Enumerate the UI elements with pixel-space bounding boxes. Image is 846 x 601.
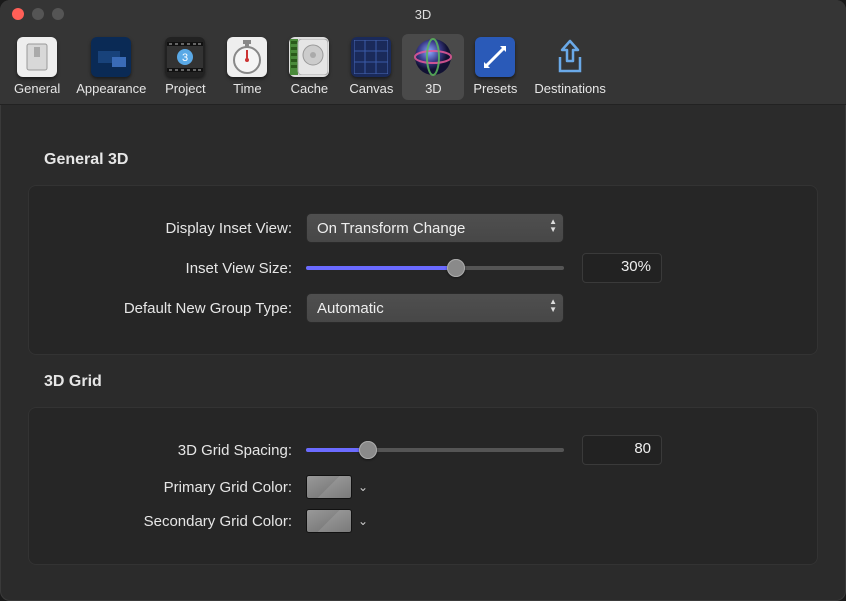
close-button[interactable] <box>12 8 24 20</box>
value-inset-view-size[interactable]: 30% <box>582 253 662 283</box>
slider-3d-grid-spacing[interactable] <box>306 438 564 462</box>
select-display-inset-view[interactable]: On Transform Change ▲▼ <box>306 213 564 243</box>
toolbar-label: Appearance <box>76 81 146 96</box>
section-title-general-3d: General 3D <box>44 151 818 169</box>
value-3d-grid-spacing[interactable]: 80 <box>582 435 662 465</box>
label-secondary-grid-color: Secondary Grid Color: <box>46 513 306 530</box>
svg-text:3: 3 <box>182 52 188 64</box>
appearance-icon <box>96 47 126 67</box>
film-icon: 3 <box>167 42 203 72</box>
minimize-button[interactable] <box>32 8 44 20</box>
panel-3d-grid: 3D Grid Spacing: 80 Primary Grid Color: … <box>28 407 818 565</box>
slider-inset-view-size[interactable] <box>306 256 564 280</box>
toolbar-label: 3D <box>425 81 442 96</box>
toolbar-label: Cache <box>291 81 329 96</box>
select-default-group-type[interactable]: Automatic ▲▼ <box>306 293 564 323</box>
toolbar-destinations[interactable]: Destinations <box>526 34 614 100</box>
toolbar-label: Time <box>233 81 261 96</box>
colorwell-secondary[interactable] <box>306 509 352 533</box>
share-icon <box>552 37 588 77</box>
select-value: On Transform Change <box>317 220 465 237</box>
label-primary-grid-color: Primary Grid Color: <box>46 479 306 496</box>
toolbar-label: Canvas <box>349 81 393 96</box>
toolbar-cache[interactable]: Cache <box>278 34 340 100</box>
select-value: Automatic <box>317 300 384 317</box>
titlebar: 3D <box>0 0 846 28</box>
toolbar-label: Project <box>165 81 205 96</box>
toolbar-time[interactable]: Time <box>216 34 278 100</box>
toolbar-3d[interactable]: 3D <box>402 34 464 100</box>
toolbar-presets[interactable]: Presets <box>464 34 526 100</box>
toolbar-project[interactable]: 3 Project <box>154 34 216 100</box>
stopwatch-icon <box>232 40 262 74</box>
zoom-button[interactable] <box>52 8 64 20</box>
label-inset-view-size: Inset View Size: <box>46 260 306 277</box>
sphere-icon <box>412 36 454 78</box>
chevron-down-icon[interactable]: ⌄ <box>358 514 368 528</box>
grid-icon <box>354 40 388 74</box>
preferences-window: 3D General Appearance 3 Project Time Cac… <box>0 0 846 601</box>
select-arrows-icon: ▲▼ <box>549 218 557 234</box>
colorwell-primary[interactable] <box>306 475 352 499</box>
toolbar-canvas[interactable]: Canvas <box>340 34 402 100</box>
window-controls <box>12 8 64 20</box>
toolbar-appearance[interactable]: Appearance <box>68 34 154 100</box>
slider-thumb[interactable] <box>359 441 377 459</box>
label-3d-grid-spacing: 3D Grid Spacing: <box>46 442 306 459</box>
label-display-inset-view: Display Inset View: <box>46 220 306 237</box>
panel-general-3d: Display Inset View: On Transform Change … <box>28 185 818 355</box>
toolbar-label: General <box>14 81 60 96</box>
drive-icon <box>290 39 328 75</box>
resize-icon <box>480 42 510 72</box>
toolbar-label: Destinations <box>534 81 606 96</box>
slider-thumb[interactable] <box>447 259 465 277</box>
toolbar-general[interactable]: General <box>6 34 68 100</box>
content-area: General 3D Display Inset View: On Transf… <box>0 105 846 565</box>
toolbar-label: Presets <box>473 81 517 96</box>
preferences-toolbar: General Appearance 3 Project Time Cache … <box>0 28 846 105</box>
label-default-group-type: Default New Group Type: <box>46 300 306 317</box>
switch-icon <box>26 43 48 71</box>
chevron-down-icon[interactable]: ⌄ <box>358 480 368 494</box>
section-title-3d-grid: 3D Grid <box>44 373 818 391</box>
select-arrows-icon: ▲▼ <box>549 298 557 314</box>
window-title: 3D <box>0 7 846 22</box>
